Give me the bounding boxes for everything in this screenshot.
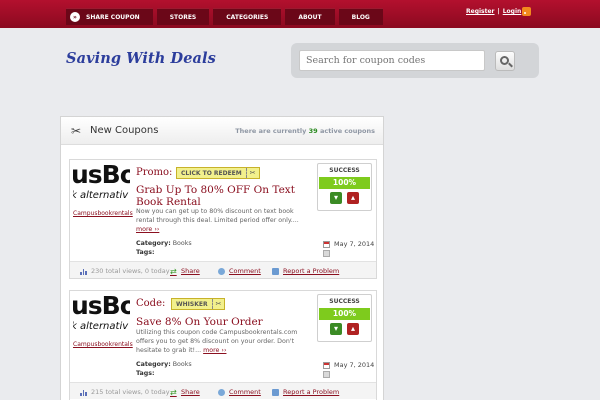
share-link[interactable]: ⇄ Share xyxy=(170,267,200,275)
nav-share-coupon[interactable]: » SHARE COUPON xyxy=(66,8,153,25)
comment-icon xyxy=(218,388,225,396)
coupon-card: usBo k alternativ Campusbookrentals Code… xyxy=(69,290,377,400)
main-nav: » SHARE COUPON STORES CATEGORIES ABOUT B… xyxy=(66,8,383,25)
nav-label: SHARE COUPON xyxy=(86,13,140,21)
coupon-code-button[interactable]: WHISKER ✂ xyxy=(171,298,226,310)
thumbs-up-icon[interactable]: ▾ xyxy=(330,192,342,204)
calendar-icon xyxy=(323,361,330,369)
coupon-title[interactable]: Save 8% On Your Order xyxy=(136,316,306,328)
coupon-footer: 230 total views, 0 today ⇄ Share Comment… xyxy=(70,261,376,278)
success-rate: 100% xyxy=(319,177,370,189)
thumbs-down-icon[interactable]: ▴ xyxy=(347,323,359,335)
stats-icon xyxy=(80,268,88,275)
scissors-icon: ✂ xyxy=(249,169,256,177)
login-link[interactable]: Login xyxy=(503,8,522,15)
register-link[interactable]: Register xyxy=(466,8,495,15)
scissors-icon: ✂ xyxy=(215,300,222,308)
nav-label: BLOG xyxy=(351,13,370,21)
coupon-description: Utilizing this coupon code Campusbookren… xyxy=(136,329,298,354)
report-link[interactable]: Report a Problem xyxy=(272,388,339,396)
nav-stores[interactable]: STORES xyxy=(156,8,210,25)
link-separator: | xyxy=(497,8,500,15)
success-rate: 100% xyxy=(319,308,370,320)
coupon-type: Promo: xyxy=(136,167,173,178)
thumbs-down-icon[interactable]: ▴ xyxy=(347,192,359,204)
scissors-icon: ✂ xyxy=(71,124,82,138)
coupon-date: May 7, 2014 xyxy=(323,361,374,369)
nav-categories[interactable]: CATEGORIES xyxy=(213,8,282,25)
report-icon xyxy=(272,388,279,396)
nav-label: STORES xyxy=(169,13,197,21)
redeem-button[interactable]: CLICK TO REDEEM ✂ xyxy=(176,167,260,179)
thumbs-up-icon[interactable]: ▾ xyxy=(330,323,342,335)
share-link[interactable]: ⇄ Share xyxy=(170,388,200,396)
store-logo[interactable]: usBo k alternativ xyxy=(73,163,130,207)
active-coupons-count: There are currently 39 active coupons xyxy=(235,127,375,135)
site-logo[interactable]: Saving With Deals xyxy=(66,50,216,67)
coupon-meta: Category: Books Tags: xyxy=(136,361,192,377)
coupon-type: Code: xyxy=(136,298,166,309)
nav-label: ABOUT xyxy=(298,13,322,21)
coupon-card: usBo k alternativ Campusbookrentals Prom… xyxy=(69,159,377,279)
store-logo[interactable]: usBo k alternativ xyxy=(73,294,130,338)
panel-header: ✂ New Coupons There are currently 39 act… xyxy=(61,117,383,145)
search-box xyxy=(291,43,539,78)
nav-blog[interactable]: BLOG xyxy=(338,8,383,25)
category-link[interactable]: Books xyxy=(173,240,192,247)
calendar-icon xyxy=(323,240,330,248)
tag-icon xyxy=(323,371,330,378)
comment-link[interactable]: Comment xyxy=(218,267,261,275)
success-rate-box: SUCCESS 100% ▾ ▴ xyxy=(317,294,372,342)
new-coupons-panel: ✂ New Coupons There are currently 39 act… xyxy=(60,116,384,400)
store-link[interactable]: Campusbookrentals xyxy=(73,210,133,217)
view-count: 230 total views, 0 today xyxy=(80,267,170,275)
rss-icon[interactable] xyxy=(522,7,531,16)
share-coupon-icon: » xyxy=(70,12,80,22)
tag-icon xyxy=(323,250,330,257)
more-link[interactable]: more ›› xyxy=(136,226,159,233)
search-input[interactable] xyxy=(299,50,485,71)
success-rate-box: SUCCESS 100% ▾ ▴ xyxy=(317,163,372,211)
stats-icon xyxy=(80,389,88,396)
report-icon xyxy=(272,267,279,275)
coupon-title[interactable]: Grab Up To 80% OFF On Text Book Rental xyxy=(136,184,306,208)
search-button[interactable] xyxy=(495,51,515,71)
category-link[interactable]: Books xyxy=(173,361,192,368)
top-bar: » SHARE COUPON STORES CATEGORIES ABOUT B… xyxy=(0,0,600,28)
coupon-date: May 7, 2014 xyxy=(323,240,374,248)
share-icon: ⇄ xyxy=(170,266,177,276)
panel-title: New Coupons xyxy=(90,125,159,136)
store-link[interactable]: Campusbookrentals xyxy=(73,341,133,348)
comment-icon xyxy=(218,267,225,275)
report-link[interactable]: Report a Problem xyxy=(272,267,339,275)
more-link[interactable]: more ›› xyxy=(203,347,226,354)
comment-link[interactable]: Comment xyxy=(218,388,261,396)
coupon-meta: Category: Books Tags: xyxy=(136,240,192,256)
coupon-description: Now you can get up to 80% discount on te… xyxy=(136,208,299,233)
coupon-footer: 215 total views, 0 today ⇄ Share Comment… xyxy=(70,382,376,399)
share-icon: ⇄ xyxy=(170,387,177,397)
nav-label: CATEGORIES xyxy=(226,13,269,21)
account-links: Register | Login | xyxy=(466,8,527,15)
nav-about[interactable]: ABOUT xyxy=(285,8,335,25)
view-count: 215 total views, 0 today xyxy=(80,388,170,396)
